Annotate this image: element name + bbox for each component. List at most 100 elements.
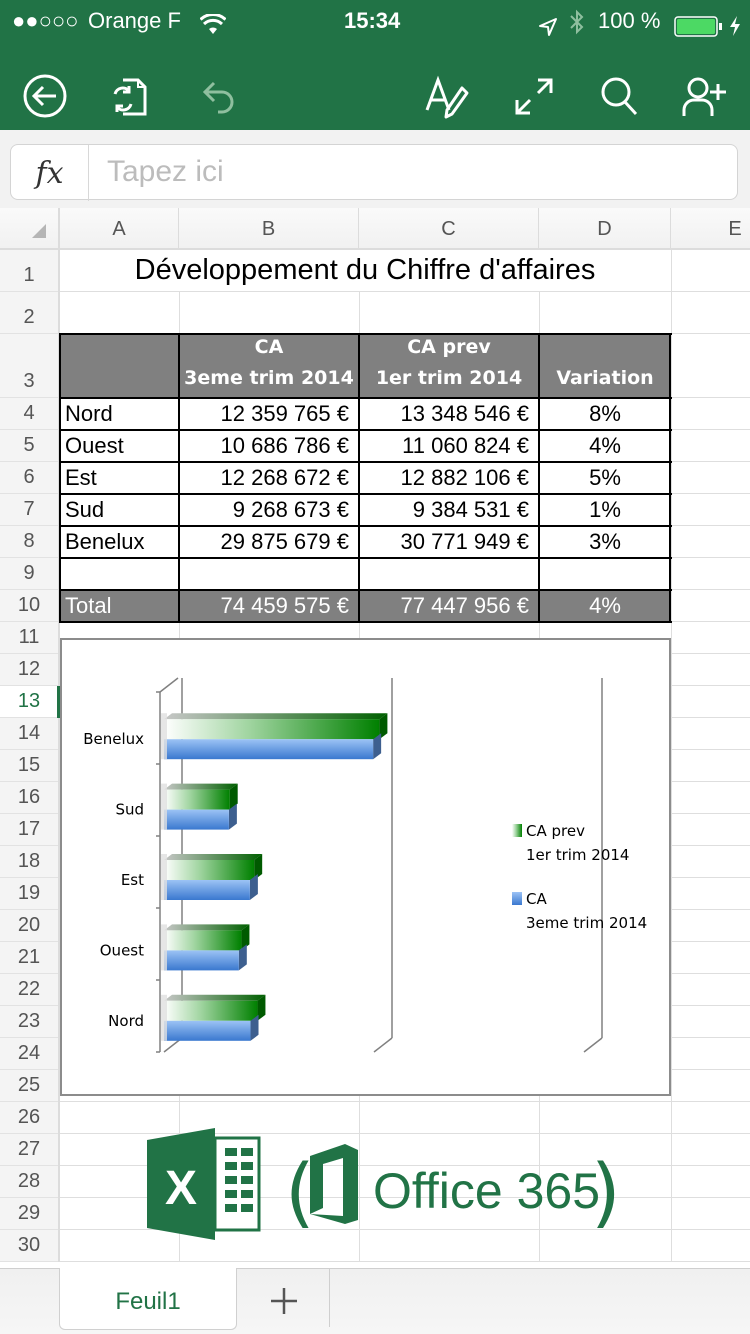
ca-prev-cell[interactable]: 11 060 824 €: [359, 430, 539, 462]
row-header-4[interactable]: 4: [0, 398, 58, 430]
row-header-12[interactable]: 12: [0, 654, 58, 686]
row-header-26[interactable]: 26: [0, 1102, 58, 1134]
select-all-corner[interactable]: [0, 208, 60, 250]
column-header-c[interactable]: C: [359, 208, 539, 250]
total-ca-prev-cell[interactable]: 77 447 956 €: [359, 590, 539, 622]
row-header-20[interactable]: 20: [0, 910, 58, 942]
row-header-13[interactable]: 13: [0, 686, 58, 718]
battery-icon: [674, 10, 724, 50]
row-header-7[interactable]: 7: [0, 494, 58, 526]
row-header-2[interactable]: 2: [0, 292, 58, 334]
column-header-b[interactable]: B: [179, 208, 359, 250]
total-variation-cell[interactable]: 4%: [539, 590, 671, 622]
row-header-16[interactable]: 16: [0, 782, 58, 814]
x-gridline-floor: [583, 1037, 603, 1053]
sheet-tab-feuil1[interactable]: Feuil1: [59, 1268, 237, 1330]
row-header-21[interactable]: 21: [0, 942, 58, 974]
variation-cell[interactable]: 8%: [539, 398, 671, 430]
branding-logo: X ( Office 365 ): [147, 1128, 621, 1240]
row-header-23[interactable]: 23: [0, 1006, 58, 1038]
fullscreen-button[interactable]: [508, 70, 560, 122]
header-line-2: 3eme trim 2014: [184, 367, 354, 389]
row-header-9[interactable]: 9: [0, 558, 58, 590]
row-header-11[interactable]: 11: [0, 622, 58, 654]
legend-swatch-0: [512, 824, 522, 837]
row-header-28[interactable]: 28: [0, 1166, 58, 1198]
row-header-18[interactable]: 18: [0, 846, 58, 878]
bar-ca-prev-est: [164, 860, 255, 880]
region-cell[interactable]: Benelux: [60, 526, 179, 558]
row-header-24[interactable]: 24: [0, 1038, 58, 1070]
row-header-30[interactable]: 30: [0, 1230, 58, 1262]
sync-file-button[interactable]: [103, 70, 155, 122]
table-header-cell[interactable]: CA 3eme trim 2014: [179, 334, 359, 398]
total-ca-cell[interactable]: 74 459 575 €: [179, 590, 359, 622]
row-header-22[interactable]: 22: [0, 974, 58, 1006]
undo-button[interactable]: [190, 70, 242, 122]
row-header-14[interactable]: 14: [0, 718, 58, 750]
svg-text:X: X: [165, 1162, 197, 1215]
column-header-d[interactable]: D: [539, 208, 671, 250]
row-header-6[interactable]: 6: [0, 462, 58, 494]
row-header-19[interactable]: 19: [0, 878, 58, 910]
variation-cell[interactable]: 3%: [539, 526, 671, 558]
variation-cell[interactable]: 1%: [539, 494, 671, 526]
plus-icon: [271, 1288, 297, 1314]
spreadsheet-grid[interactable]: ABCDE 1 2 3 4 5 6 7 8 9 10 11 12 13 14 15 16 17 18 19 20 21 2…: [0, 208, 750, 1268]
bar-ca-prev-benelux: [164, 719, 380, 740]
bluetooth-icon: [568, 7, 586, 47]
share-add-person-button[interactable]: [678, 70, 730, 122]
row-header-17[interactable]: 17: [0, 814, 58, 846]
row-header-27[interactable]: 27: [0, 1134, 58, 1166]
column-header-a[interactable]: A: [60, 208, 179, 250]
row-header-3[interactable]: 3: [0, 334, 58, 398]
search-button[interactable]: [593, 70, 645, 122]
bar-ca-prev-nord-top: [164, 994, 266, 1001]
region-cell[interactable]: Ouest: [60, 430, 179, 462]
ca-cell[interactable]: 12 268 672 €: [179, 462, 359, 494]
ca-cell[interactable]: [179, 558, 359, 590]
bar-ca-ouest: [164, 950, 239, 971]
header-line-1: [116, 334, 123, 363]
region-cell[interactable]: Sud: [60, 494, 179, 526]
region-cell[interactable]: [60, 558, 179, 590]
row-header-8[interactable]: 8: [0, 526, 58, 558]
table-header-cell[interactable]: CA prev 1er trim 2014: [359, 334, 539, 398]
ca-cell[interactable]: 9 268 673 €: [179, 494, 359, 526]
add-sheet-button[interactable]: [258, 1279, 310, 1323]
legend-label-0-line-1: 1er trim 2014: [526, 846, 629, 864]
ca-cell[interactable]: 10 686 786 €: [179, 430, 359, 462]
logo-close-paren: ): [591, 1147, 621, 1236]
row-header-5[interactable]: 5: [0, 430, 58, 462]
column-header-e[interactable]: E: [671, 208, 750, 250]
ca-prev-cell[interactable]: 30 771 949 €: [359, 526, 539, 558]
variation-cell[interactable]: [539, 558, 671, 590]
variation-cell[interactable]: 4%: [539, 430, 671, 462]
row-header-29[interactable]: 29: [0, 1198, 58, 1230]
table-header-cell[interactable]: Variation: [539, 334, 671, 398]
total-label-cell[interactable]: Total: [60, 590, 179, 622]
row-header-10[interactable]: 10: [0, 590, 58, 622]
row-header-25[interactable]: 25: [0, 1070, 58, 1102]
ca-prev-cell[interactable]: 12 882 106 €: [359, 462, 539, 494]
row-header-1[interactable]: 1: [0, 250, 58, 292]
row-header-15[interactable]: 15: [0, 750, 58, 782]
ca-prev-cell[interactable]: 9 384 531 €: [359, 494, 539, 526]
region-cell[interactable]: Est: [60, 462, 179, 494]
formula-input[interactable]: [91, 145, 731, 199]
sheet-title-cell[interactable]: Développement du Chiffre d'affaires: [60, 250, 670, 291]
back-button[interactable]: [19, 70, 71, 122]
row-gridline: [60, 1101, 750, 1102]
carrier-name: Orange F: [88, 8, 181, 33]
table-header-cell[interactable]: [60, 334, 179, 398]
region-cell[interactable]: Nord: [60, 398, 179, 430]
clock: 15:34: [344, 8, 401, 33]
variation-cell[interactable]: 5%: [539, 462, 671, 494]
ca-cell[interactable]: 12 359 765 €: [179, 398, 359, 430]
ca-cell[interactable]: 29 875 679 €: [179, 526, 359, 558]
bar-chart[interactable]: Nord Ouest Est Sud Benelux CA prev 1er trim 20…: [60, 638, 671, 1096]
ca-prev-cell[interactable]: 13 348 546 €: [359, 398, 539, 430]
ca-prev-cell[interactable]: [359, 558, 539, 590]
formula-bar: fx: [0, 130, 750, 208]
edit-format-button[interactable]: [420, 70, 472, 122]
